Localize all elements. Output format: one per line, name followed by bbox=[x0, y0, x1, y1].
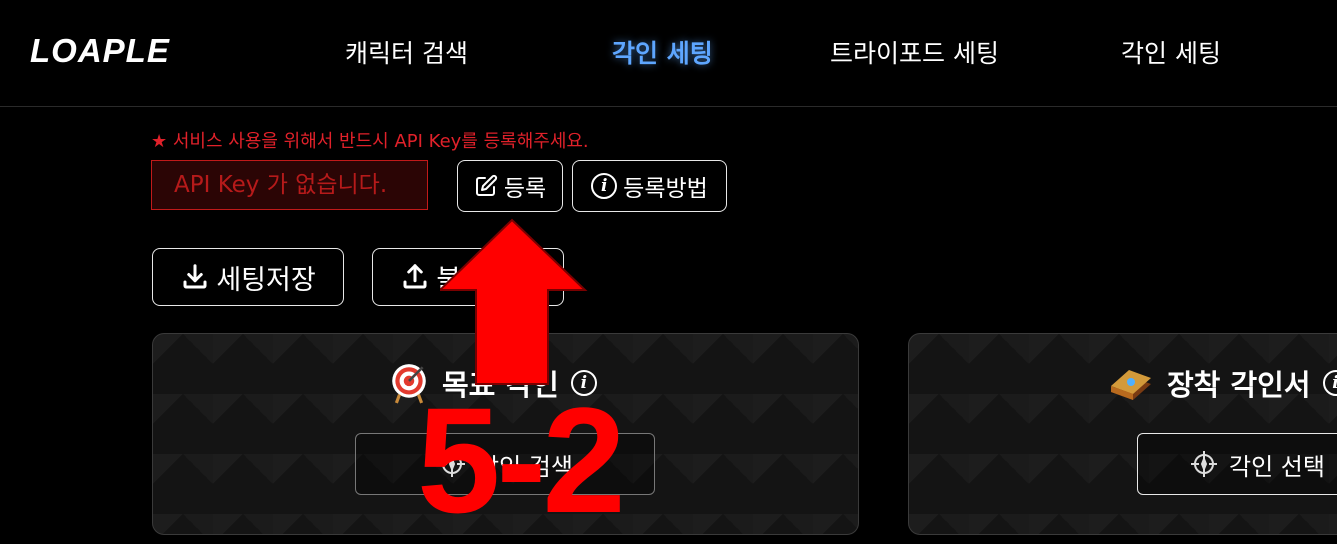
register-label: 등록 bbox=[504, 169, 546, 203]
register-button[interactable]: 등록 bbox=[457, 160, 563, 212]
engraving-select-button[interactable]: 각인 선택 bbox=[1137, 433, 1337, 495]
save-setting-button[interactable]: 세팅저장 bbox=[152, 248, 344, 306]
equip-info-icon[interactable]: i bbox=[1323, 370, 1337, 396]
howto-button[interactable]: i 등록방법 bbox=[572, 160, 727, 212]
red-arrow-annotation bbox=[440, 212, 590, 392]
api-key-warning: ★ 서비스 사용을 위해서 반드시 API Key를 등록해주세요. bbox=[151, 127, 589, 153]
engraving-select-label: 각인 선택 bbox=[1229, 447, 1325, 482]
upload-icon bbox=[400, 262, 430, 292]
nav-engraving-setting[interactable]: 각인 세팅 bbox=[612, 34, 713, 70]
logo[interactable]: LOAPLE bbox=[30, 32, 170, 70]
equipped-book-label: 장착 각인서 bbox=[1167, 362, 1311, 404]
equipped-book-panel: 장착 각인서 i 각인 선택 bbox=[908, 333, 1337, 535]
book-icon bbox=[1107, 362, 1155, 404]
equipped-book-title: 장착 각인서 i bbox=[1107, 362, 1337, 404]
top-nav-bar: LOAPLE 캐릭터 검색 각인 세팅 트라이포드 세팅 각인 세팅 bbox=[0, 0, 1337, 107]
nav-tripod-setting[interactable]: 트라이포드 세팅 bbox=[830, 34, 999, 70]
save-setting-label: 세팅저장 bbox=[216, 258, 315, 297]
download-icon bbox=[180, 262, 210, 292]
api-key-status: API Key 가 없습니다. bbox=[151, 160, 428, 210]
compass-icon bbox=[1189, 449, 1219, 479]
step-label: 5-2 bbox=[417, 385, 622, 535]
info-icon: i bbox=[591, 173, 617, 199]
nav-character-search[interactable]: 캐릭터 검색 bbox=[345, 34, 468, 70]
howto-label: 등록방법 bbox=[623, 169, 708, 203]
nav-engraving-setting-2[interactable]: 각인 세팅 bbox=[1121, 34, 1221, 70]
edit-icon bbox=[474, 174, 498, 198]
